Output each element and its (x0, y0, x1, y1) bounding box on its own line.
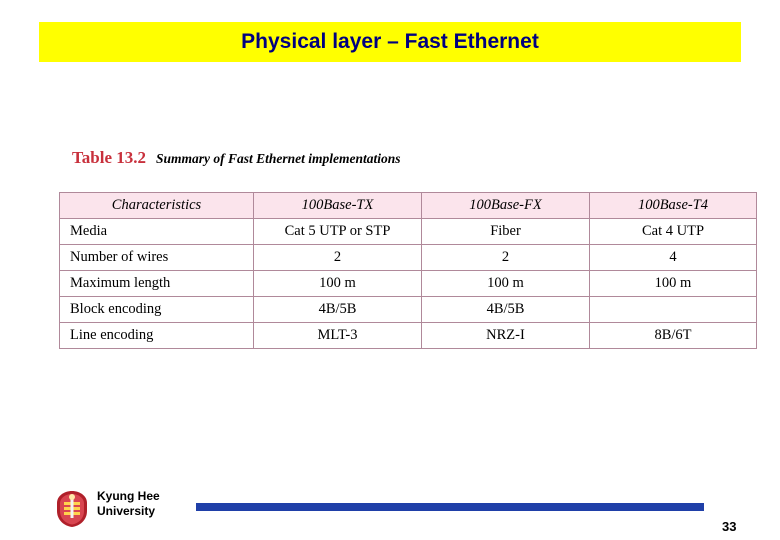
table-cell: 4B/5B (421, 296, 590, 323)
row-label: Media (59, 218, 254, 245)
page-number: 33 (722, 519, 737, 534)
university-name: Kyung Hee University (97, 489, 160, 519)
summary-table-wrapper: Characteristics 100Base-TX 100Base-FX 10… (59, 192, 757, 349)
table-cell: 100 m (589, 270, 757, 297)
table-header-cell: Characteristics (59, 192, 254, 219)
table-cell: 4B/5B (253, 296, 422, 323)
fast-ethernet-summary-table: Characteristics 100Base-TX 100Base-FX 10… (59, 192, 757, 349)
table-caption-title: Summary of Fast Ethernet implementations (156, 151, 401, 166)
table-cell: Cat 5 UTP or STP (253, 218, 422, 245)
table-row: Media Cat 5 UTP or STP Fiber Cat 4 UTP (59, 218, 757, 245)
table-cell: Fiber (421, 218, 590, 245)
page-title: Physical layer – Fast Ethernet (241, 30, 539, 53)
table-header-cell: 100Base-TX (253, 192, 422, 219)
table-caption: Table 13.2 Summary of Fast Ethernet impl… (72, 148, 401, 168)
table-cell: 4 (589, 244, 757, 271)
table-cell: 2 (253, 244, 422, 271)
table-header-cell: 100Base-T4 (589, 192, 757, 219)
row-label: Maximum length (59, 270, 254, 297)
table-cell: NRZ-I (421, 322, 590, 349)
row-label: Number of wires (59, 244, 254, 271)
row-label: Line encoding (59, 322, 254, 349)
table-header-cell: 100Base-FX (421, 192, 590, 219)
university-name-line2: University (97, 504, 156, 518)
university-name-line1: Kyung Hee (97, 489, 160, 503)
table-header-row: Characteristics 100Base-TX 100Base-FX 10… (59, 192, 757, 219)
table-row: Line encoding MLT-3 NRZ-I 8B/6T (59, 322, 757, 349)
table-cell: MLT-3 (253, 322, 422, 349)
table-cell: 2 (421, 244, 590, 271)
table-cell: 100 m (421, 270, 590, 297)
table-cell: Cat 4 UTP (589, 218, 757, 245)
table-row: Number of wires 2 2 4 (59, 244, 757, 271)
row-label: Block encoding (59, 296, 254, 323)
title-banner: Physical layer – Fast Ethernet (39, 22, 741, 62)
university-crest-icon (52, 489, 92, 529)
table-cell: 8B/6T (589, 322, 757, 349)
table-cell: 100 m (253, 270, 422, 297)
table-row: Block encoding 4B/5B 4B/5B (59, 296, 757, 323)
table-cell (589, 296, 757, 323)
table-row: Maximum length 100 m 100 m 100 m (59, 270, 757, 297)
footer-divider-bar (196, 503, 704, 511)
table-caption-label: Table 13.2 (72, 148, 147, 167)
slide: Physical layer – Fast Ethernet Table 13.… (0, 0, 780, 540)
